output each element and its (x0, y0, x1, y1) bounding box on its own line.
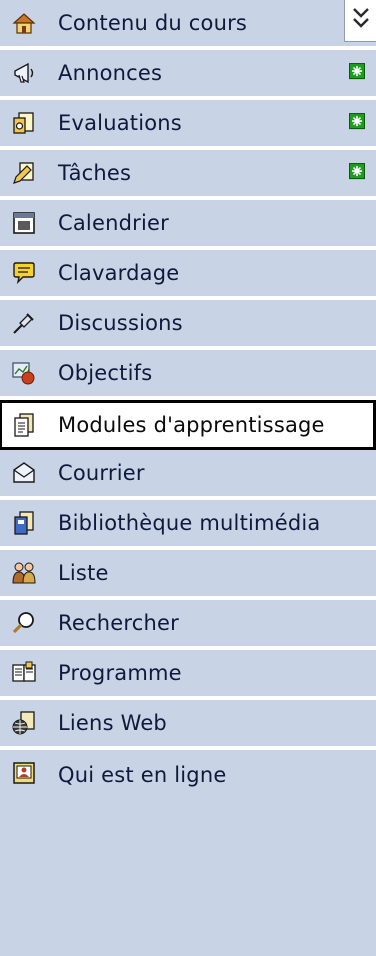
menu-item-taches[interactable]: Tâches (0, 150, 376, 200)
menu-item-programme[interactable]: Programme (0, 650, 376, 700)
menu-item-label: Calendrier (58, 211, 169, 235)
menu-item-label: Tâches (58, 161, 132, 185)
menu-item-evaluations[interactable]: Evaluations (0, 100, 376, 150)
who-is-online-icon (10, 759, 38, 787)
double-chevron-down-icon (353, 8, 369, 28)
menu-item-objectifs[interactable]: Objectifs (0, 350, 376, 400)
roster-people-icon (10, 559, 38, 587)
calendar-icon (10, 209, 38, 237)
menu-item-rechercher[interactable]: Rechercher (0, 600, 376, 650)
menu-item-qui-est-en-ligne[interactable]: Qui est en ligne (0, 750, 376, 956)
course-tools-menu: Contenu du cours Annonces Evaluations Tâ… (0, 0, 376, 956)
new-content-badge-icon (349, 113, 365, 130)
menu-item-annonces[interactable]: Annonces (0, 50, 376, 100)
chat-bubble-icon (10, 259, 38, 287)
mail-envelope-icon (10, 459, 38, 487)
new-content-badge-icon (349, 163, 365, 180)
assignments-pencil-icon (10, 159, 38, 187)
syllabus-icon (10, 659, 38, 687)
menu-item-label: Courrier (58, 461, 145, 485)
menu-item-bibliotheque-multimedia[interactable]: Bibliothèque multimédia (0, 500, 376, 550)
evaluations-document-icon (10, 109, 38, 137)
course-content-icon (10, 9, 38, 37)
menu-item-label: Clavardage (58, 261, 180, 285)
menu-item-label: Liens Web (58, 711, 167, 735)
menu-item-label: Liste (58, 561, 109, 585)
menu-item-label: Annonces (58, 61, 163, 85)
collapse-menu-button[interactable] (344, 0, 376, 42)
new-content-badge-icon (349, 63, 365, 80)
menu-item-courrier[interactable]: Courrier (0, 450, 376, 500)
objectives-apple-icon (10, 359, 38, 387)
menu-item-label: Bibliothèque multimédia (58, 511, 321, 535)
menu-item-label: Contenu du cours (58, 11, 248, 35)
menu-item-label: Modules d'apprentissage (58, 413, 325, 437)
menu-item-label: Qui est en ligne (58, 763, 227, 787)
learning-modules-icon (10, 411, 38, 439)
menu-item-clavardage[interactable]: Clavardage (0, 250, 376, 300)
menu-item-label: Programme (58, 661, 182, 685)
menu-item-liens-web[interactable]: Liens Web (0, 700, 376, 750)
menu-item-liste[interactable]: Liste (0, 550, 376, 600)
discussions-pin-icon (10, 309, 38, 337)
media-library-icon (10, 509, 38, 537)
menu-item-label: Discussions (58, 311, 183, 335)
menu-item-calendrier[interactable]: Calendrier (0, 200, 376, 250)
announcements-megaphone-icon (10, 59, 38, 87)
menu-item-discussions[interactable]: Discussions (0, 300, 376, 350)
menu-item-label: Evaluations (58, 111, 182, 135)
menu-item-modules-apprentissage[interactable]: Modules d'apprentissage (0, 400, 376, 450)
web-links-globe-icon (10, 709, 38, 737)
menu-item-label: Objectifs (58, 361, 153, 385)
menu-item-label: Rechercher (58, 611, 179, 635)
search-magnifier-icon (10, 609, 38, 637)
menu-item-contenu-du-cours[interactable]: Contenu du cours (0, 0, 376, 50)
